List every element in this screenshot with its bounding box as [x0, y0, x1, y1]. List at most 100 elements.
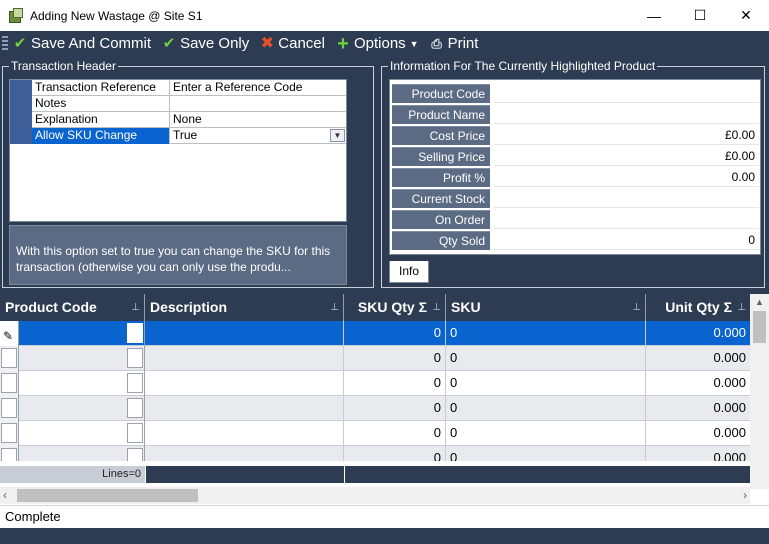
column-header-label: Product Code: [5, 299, 97, 315]
scroll-up-icon[interactable]: ▲: [750, 295, 769, 309]
tab-info[interactable]: Info: [389, 261, 429, 283]
unit-qty-cell[interactable]: 0.000: [646, 371, 750, 396]
pin-icon[interactable]: ⊥: [432, 294, 441, 321]
explanation-input[interactable]: None: [170, 112, 346, 128]
sigma-icon: Σ: [418, 299, 427, 315]
lookup-button[interactable]: [126, 396, 145, 421]
row-indicator[interactable]: ✎: [0, 321, 19, 346]
description-cell[interactable]: [145, 346, 344, 371]
sku-qty-cell[interactable]: 0: [344, 421, 446, 446]
property-label: Explanation: [32, 112, 170, 128]
product-info-title: Information For The Currently Highlighte…: [388, 59, 658, 73]
pin-icon[interactable]: ⊥: [131, 294, 140, 321]
sku-qty-cell[interactable]: 0: [344, 346, 446, 371]
lookup-button[interactable]: [126, 321, 145, 346]
description-cell[interactable]: [145, 446, 344, 461]
cancel-button[interactable]: ✖ Cancel: [259, 31, 325, 56]
lookup-button[interactable]: [126, 446, 145, 461]
sku-qty-cell[interactable]: 0: [344, 371, 446, 396]
table-row[interactable]: 0 0 0.000: [0, 396, 750, 421]
transaction-header-grid: Transaction Reference Enter a Reference …: [9, 79, 347, 222]
table-row[interactable]: 0 0 0.000: [0, 421, 750, 446]
column-header-description[interactable]: Description ⊥: [145, 294, 344, 321]
maximize-button[interactable]: ☐: [677, 0, 723, 31]
lines-count: Lines=0: [0, 466, 145, 483]
unit-qty-cell[interactable]: 0.000: [646, 421, 750, 446]
description-cell[interactable]: [145, 321, 344, 346]
scroll-right-icon[interactable]: ›: [743, 487, 747, 504]
product-code-cell[interactable]: [19, 371, 126, 396]
description-cell[interactable]: [145, 421, 344, 446]
table-row[interactable]: 0 0 0.000: [0, 346, 750, 371]
description-cell[interactable]: [145, 396, 344, 421]
print-button[interactable]: ⎙ Print: [429, 31, 478, 56]
row-indicator[interactable]: [0, 371, 19, 396]
pin-icon[interactable]: ⊥: [737, 294, 746, 321]
property-row-allow-sku-change[interactable]: Allow SKU Change True ▼: [10, 128, 346, 144]
unit-qty-cell[interactable]: 0.000: [646, 321, 750, 346]
product-code-cell[interactable]: [19, 346, 126, 371]
sku-cell[interactable]: 0: [446, 446, 646, 461]
horizontal-scrollbar[interactable]: ‹ ›: [0, 487, 750, 504]
close-button[interactable]: ✕: [723, 0, 769, 31]
property-row-reference[interactable]: Transaction Reference Enter a Reference …: [10, 80, 346, 96]
info-value: £0.00: [494, 125, 759, 145]
minimize-button[interactable]: —: [631, 0, 677, 31]
toolbar: ✔ Save And Commit ✔ Save Only ✖ Cancel +…: [0, 31, 769, 56]
unit-qty-cell[interactable]: 0.000: [646, 346, 750, 371]
sku-cell[interactable]: 0: [446, 321, 646, 346]
info-row-product-code: Product Code: [392, 83, 759, 104]
info-label: On Order: [392, 210, 490, 229]
column-header-sku-qty[interactable]: SKU Qty Σ ⊥: [344, 294, 446, 321]
reference-input[interactable]: Enter a Reference Code: [170, 80, 346, 96]
product-code-cell[interactable]: [19, 321, 126, 346]
sku-qty-cell[interactable]: 0: [344, 321, 446, 346]
notes-input[interactable]: [170, 96, 346, 112]
sku-cell[interactable]: 0: [446, 421, 646, 446]
product-code-cell[interactable]: [19, 446, 126, 461]
save-only-button[interactable]: ✔ Save Only: [161, 31, 250, 56]
row-indicator[interactable]: [0, 446, 19, 461]
table-row[interactable]: 0 0 0.000: [0, 446, 750, 461]
app-icon: [8, 7, 24, 24]
product-code-cell[interactable]: [19, 396, 126, 421]
save-and-commit-button[interactable]: ✔ Save And Commit: [12, 31, 151, 56]
unit-qty-cell[interactable]: 0.000: [646, 396, 750, 421]
sku-qty-cell[interactable]: 0: [344, 446, 446, 461]
allow-sku-change-select[interactable]: True ▼: [170, 128, 346, 144]
allow-sku-change-value: True: [173, 128, 198, 142]
options-button[interactable]: + Options ▼: [335, 31, 418, 56]
column-header-sku[interactable]: SKU ⊥: [446, 294, 646, 321]
property-row-explanation[interactable]: Explanation None: [10, 112, 346, 128]
pin-icon[interactable]: ⊥: [632, 294, 641, 321]
chevron-down-icon[interactable]: ▼: [330, 129, 345, 142]
lookup-button[interactable]: [126, 421, 145, 446]
row-indicator[interactable]: [0, 396, 19, 421]
product-code-cell[interactable]: [19, 421, 126, 446]
sku-qty-cell[interactable]: 0: [344, 396, 446, 421]
row-indicator[interactable]: [0, 421, 19, 446]
info-row-profit: Profit % 0.00: [392, 167, 759, 188]
info-label: Profit %: [392, 168, 490, 187]
vertical-scrollbar[interactable]: ▲: [750, 294, 769, 489]
scroll-left-icon[interactable]: ‹: [3, 487, 7, 504]
pin-icon[interactable]: ⊥: [330, 294, 339, 321]
sku-cell[interactable]: 0: [446, 396, 646, 421]
unit-qty-cell[interactable]: 0.000: [646, 446, 750, 461]
sku-cell[interactable]: 0: [446, 371, 646, 396]
property-row-notes[interactable]: Notes: [10, 96, 346, 112]
column-header-product-code[interactable]: Product Code ⊥: [0, 294, 145, 321]
vertical-scroll-thumb[interactable]: [753, 311, 766, 343]
lookup-button[interactable]: [126, 346, 145, 371]
row-gutter: [10, 96, 32, 112]
lookup-button[interactable]: [126, 371, 145, 396]
row-indicator[interactable]: [0, 346, 19, 371]
sku-cell[interactable]: 0: [446, 346, 646, 371]
toolbar-grip-icon[interactable]: [2, 35, 8, 52]
description-cell[interactable]: [145, 371, 344, 396]
horizontal-scroll-thumb[interactable]: [17, 489, 198, 502]
table-row[interactable]: 0 0 0.000: [0, 371, 750, 396]
column-header-unit-qty[interactable]: Unit Qty Σ ⊥: [646, 294, 750, 321]
info-value: 0: [494, 230, 759, 250]
table-row[interactable]: ✎ 0 0 0.000: [0, 321, 750, 346]
